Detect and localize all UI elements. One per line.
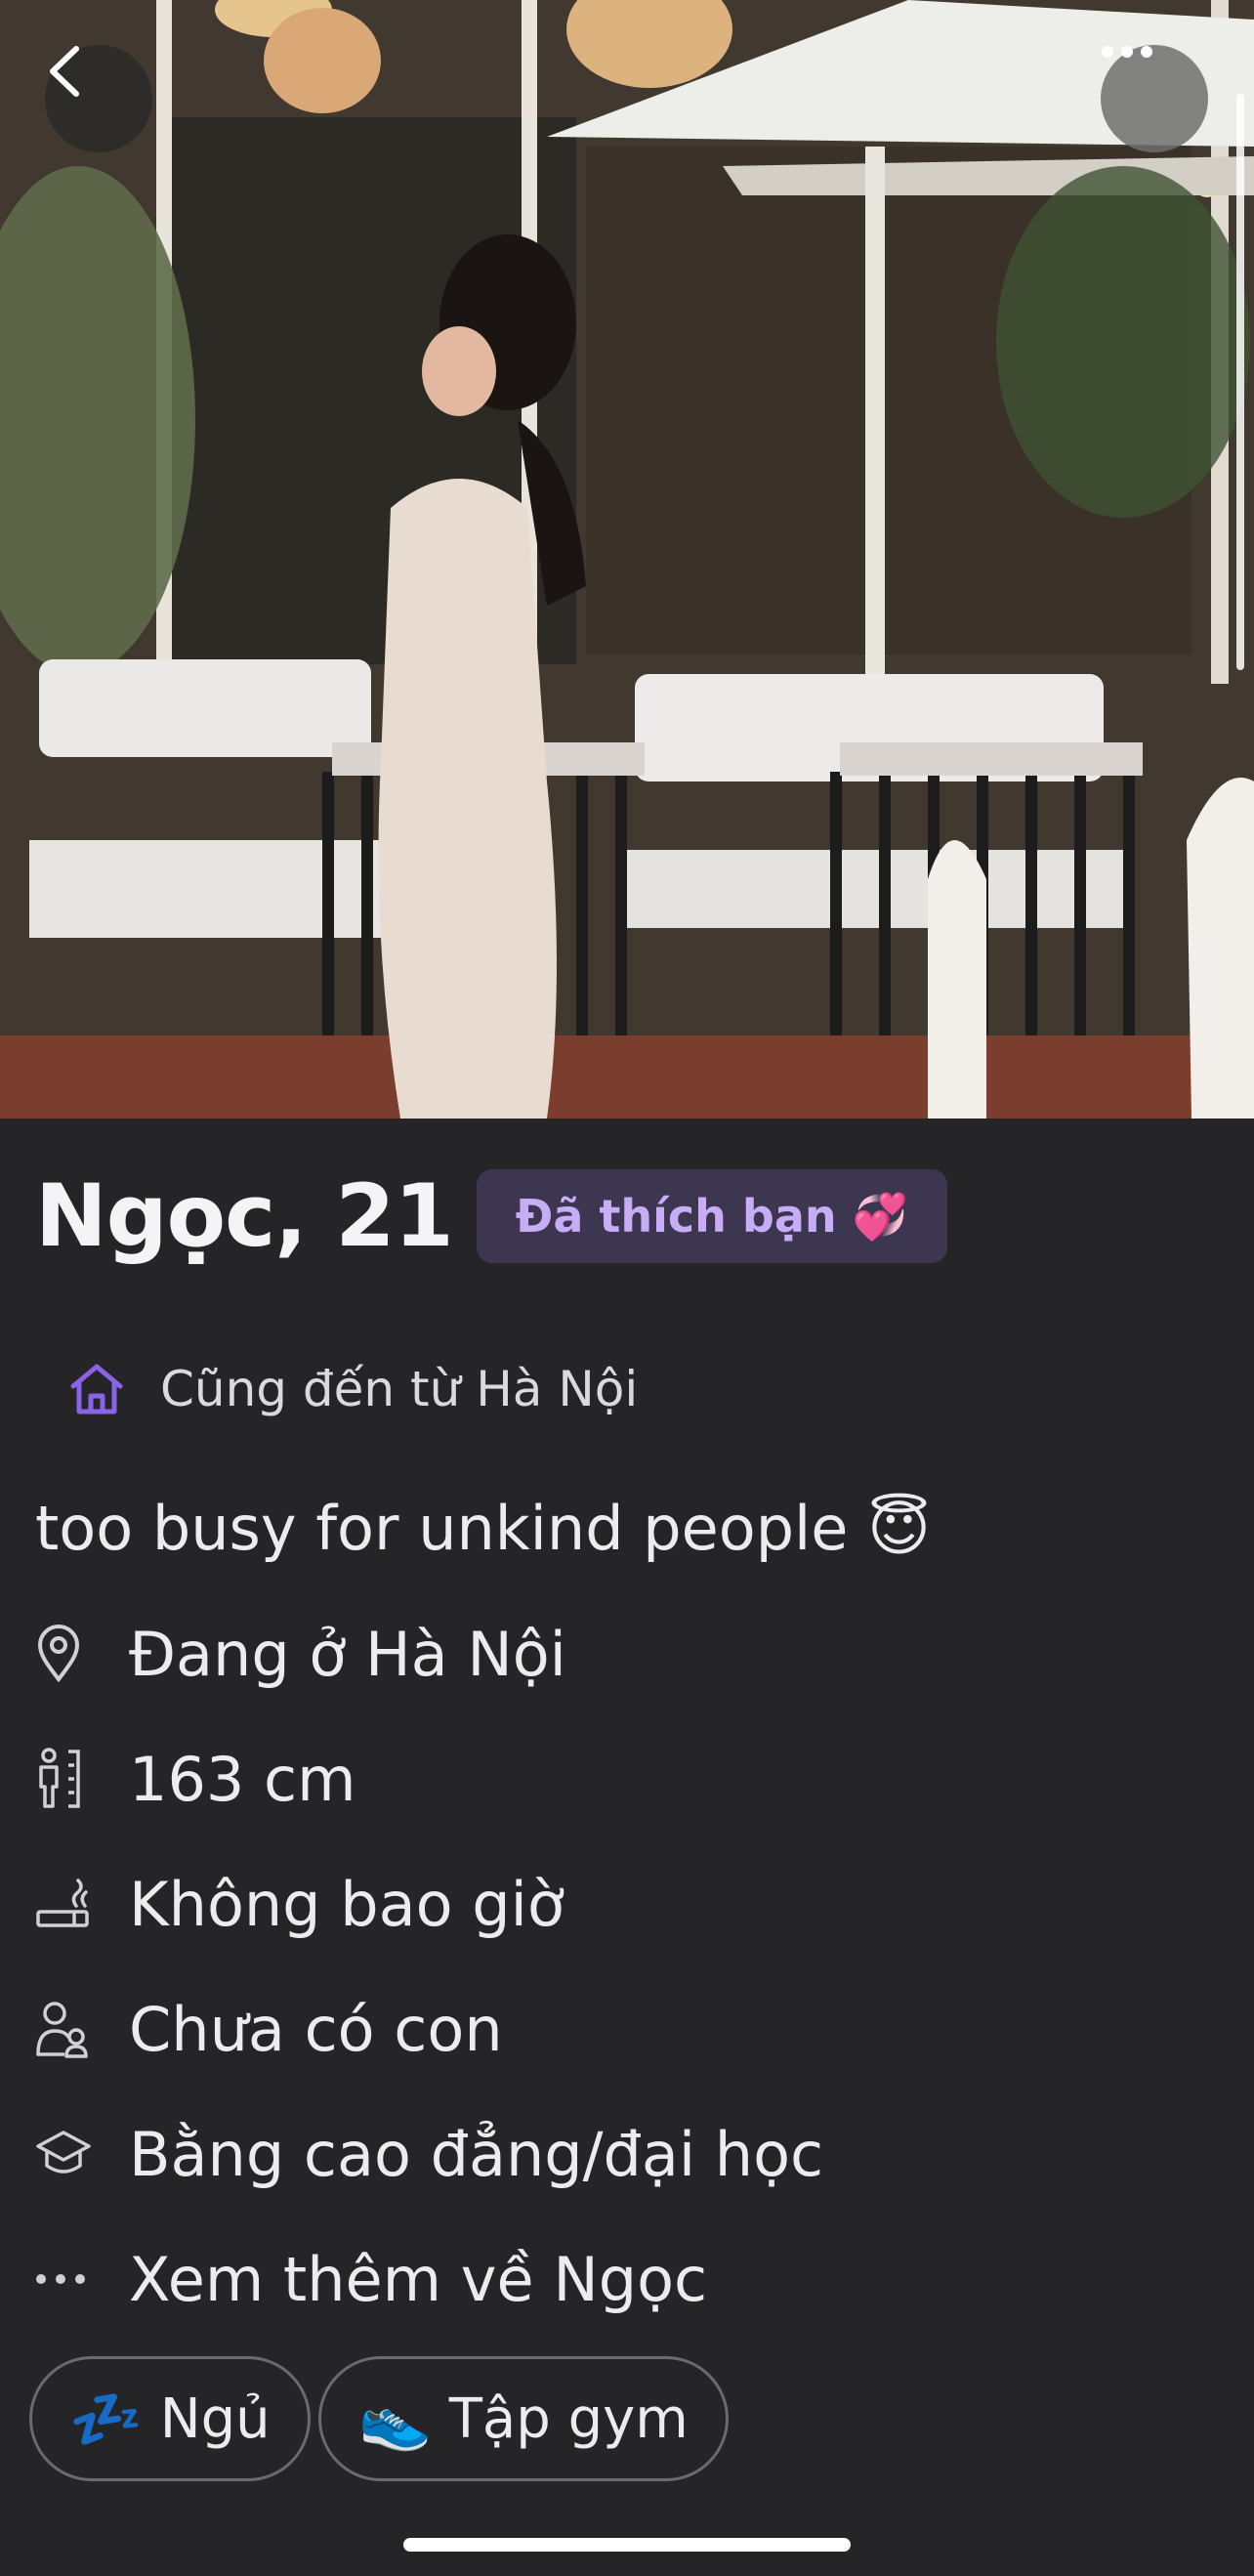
hometown-row: Cũng đến từ Hà Nội (68, 1350, 638, 1428)
attribute-label: Chưa có con (129, 1993, 503, 2065)
more-dots-icon (35, 2245, 94, 2313)
interest-chip-sleep[interactable]: 💤 Ngủ (29, 2356, 311, 2481)
attribute-label: Bằng cao đẳng/đại học (129, 2118, 824, 2190)
attribute-smoking: Không bao giờ (35, 1860, 564, 1948)
see-more-link[interactable]: Xem thêm về Ngọc (35, 2235, 707, 2323)
name-row: Ngọc, 21 Đã thích bạn 💞 (35, 1162, 947, 1270)
education-icon (35, 2120, 94, 2188)
sneaker-icon: 👟 (358, 2385, 432, 2454)
interest-label: Ngủ (159, 2386, 271, 2451)
hometown-label: Cũng đến từ Hà Nội (160, 1361, 639, 1417)
attribute-education: Bằng cao đẳng/đại học (35, 2110, 823, 2198)
home-indicator[interactable] (403, 2538, 851, 2552)
interest-label: Tập gym (448, 2386, 689, 2451)
profile-name-age: Ngọc, 21 (35, 1165, 454, 1266)
liked-you-badge: Đã thích bạn 💞 (476, 1169, 947, 1263)
more-horizontal-icon (1102, 46, 1152, 58)
attribute-height: 163 cm (35, 1735, 356, 1823)
attribute-location: Đang ở Hà Nội (35, 1610, 566, 1698)
interest-chip-gym[interactable]: 👟 Tập gym (318, 2356, 729, 2481)
bio-text: too busy for unkind people 😇 (35, 1493, 931, 1564)
more-options-button[interactable] (1101, 45, 1208, 152)
chevron-left-icon (50, 46, 79, 97)
home-icon (70, 1364, 123, 1415)
see-more-label: Xem thêm về Ngọc (129, 2243, 708, 2315)
back-button[interactable] (45, 45, 152, 152)
attribute-label: 163 cm (129, 1743, 356, 1815)
children-icon (35, 1995, 94, 2063)
zzz-icon: 💤 (69, 2385, 143, 2454)
profile-photo[interactable] (0, 0, 1254, 1119)
smoking-icon (35, 1870, 94, 1938)
attribute-children: Chưa có con (35, 1985, 503, 2073)
attribute-label: Không bao giờ (129, 1868, 564, 1940)
scroll-indicator (1236, 94, 1244, 670)
location-pin-icon (35, 1620, 94, 1688)
attribute-label: Đang ở Hà Nội (129, 1618, 566, 1690)
height-icon (35, 1745, 94, 1813)
